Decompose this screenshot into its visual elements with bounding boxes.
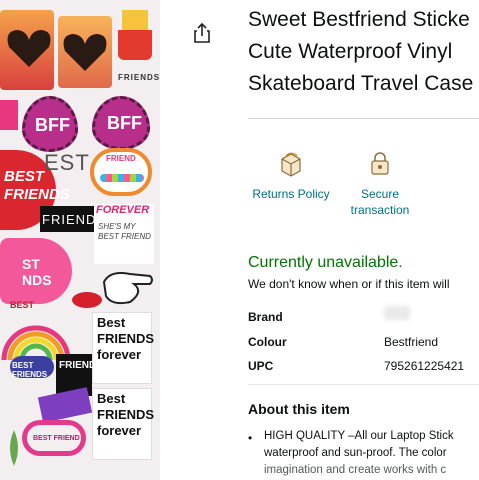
product-title-line: Cute Waterproof Vinyl xyxy=(248,40,453,63)
about-bullet: HIGH QUALITY –All our Laptop Stick water… xyxy=(264,428,479,479)
feature-returns-policy[interactable]: Returns Policy xyxy=(241,150,341,202)
sticker-best-friend-rope: BEST FRIEND xyxy=(22,420,86,456)
leaf-icon xyxy=(10,430,18,466)
sticker-pink-heart: ST NDS xyxy=(0,238,72,304)
about-bullet-line: HIGH QUALITY –All our Laptop Stick xyxy=(264,430,454,442)
sticker-forever-bestfriend: FOREVER SHE'S MY BEST FRIEND xyxy=(94,204,154,264)
spec-brand-label: Brand xyxy=(248,310,283,324)
bullet-dot: • xyxy=(248,431,253,445)
about-bullet-line: waterproof and sun-proof. The color xyxy=(264,447,447,459)
sticker-bff-heart-left: BFF xyxy=(22,96,78,152)
product-title: Sweet Bestfriend Sticke Cute Waterproof … xyxy=(248,4,479,100)
returns-box-icon xyxy=(281,152,301,177)
product-image[interactable]: FRIENDS BFF BFF BEST FRIENDS EST FRIENDS… xyxy=(0,0,160,480)
share-icon[interactable] xyxy=(191,22,213,44)
sticker-friends-black-bar: FRIENDS xyxy=(40,206,105,232)
sticker-bff-heart-right: BFF xyxy=(92,96,150,150)
about-heading: About this item xyxy=(248,401,350,417)
about-bullet-line: imagination and create works with c xyxy=(264,464,447,476)
spec-brand-value-blurred xyxy=(384,306,410,320)
about-divider xyxy=(248,384,479,385)
feature-label: Secure xyxy=(360,187,400,201)
sticker-friends-bracelet: FRIEND xyxy=(90,148,152,196)
feature-secure-transaction[interactable]: Secure transaction xyxy=(330,150,430,218)
sticker-best-friends-card-1: Best FRIENDS forever xyxy=(92,312,154,384)
spec-upc-label: UPC xyxy=(248,359,274,373)
heart-hands-icon xyxy=(63,34,107,71)
sticker-fries xyxy=(118,10,152,60)
sticker-best-friends-card-2: Best FRIENDS forever xyxy=(92,388,154,460)
feature-label: transaction xyxy=(350,203,410,217)
heart-hands-icon xyxy=(7,30,51,67)
availability-status: Currently unavailable. xyxy=(248,254,403,271)
product-title-line: Sweet Bestfriend Sticke xyxy=(248,8,470,31)
sticker-friends-purple: BEST FRIENDS xyxy=(10,356,54,379)
sticker-red-lips xyxy=(72,292,102,308)
sticker-pink-smear xyxy=(0,100,18,130)
sticker-best-black-block: EST xyxy=(44,150,90,175)
pointing-hand-icon xyxy=(102,272,153,305)
sticker-text-friends-small: FRIENDS xyxy=(118,73,160,82)
product-title-line: Skateboard Travel Case xyxy=(248,72,474,95)
spec-colour-value: Bestfriend xyxy=(384,335,439,349)
lock-icon xyxy=(371,152,389,175)
spec-upc-value: 795261225421 xyxy=(384,359,465,373)
title-divider xyxy=(248,118,479,119)
spec-colour-label: Colour xyxy=(248,335,287,349)
sticker-best-text: BEST xyxy=(10,300,35,310)
sticker-purple-band xyxy=(37,387,93,423)
availability-note: We don't know when or if this item will xyxy=(248,277,450,291)
feature-label: Returns Policy xyxy=(252,187,330,201)
